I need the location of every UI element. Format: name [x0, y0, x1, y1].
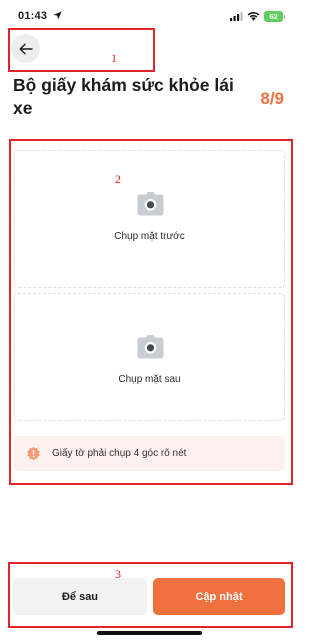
- arrow-left-icon: [19, 43, 33, 54]
- signal-icon: [230, 12, 243, 21]
- alert-icon: [27, 446, 40, 461]
- capture-back-card[interactable]: Chụp mặt sau: [14, 293, 285, 421]
- camera-icon: [137, 192, 164, 216]
- update-button[interactable]: Cập nhật: [153, 578, 285, 615]
- battery-icon: 62: [264, 11, 285, 22]
- home-indicator: [97, 631, 202, 635]
- status-bar: 01:43 62: [0, 0, 299, 26]
- page-title: Bộ giấy khám sức khỏe lái xe: [13, 75, 234, 118]
- step-counter: 8/9: [260, 89, 284, 108]
- back-button[interactable]: [11, 34, 40, 63]
- location-arrow-icon: [53, 11, 62, 20]
- capture-back-label: Chụp mặt sau: [118, 374, 181, 385]
- annotation-number-1: 1: [111, 51, 117, 65]
- wifi-icon: [247, 12, 260, 21]
- notice-text: Giấy tờ phải chụp 4 góc rõ nét: [52, 448, 187, 459]
- capture-front-label: Chụp mặt trước: [114, 231, 185, 242]
- camera-icon: [137, 335, 164, 359]
- later-button[interactable]: Để sau: [13, 578, 147, 615]
- capture-front-card[interactable]: Chụp mặt trước: [14, 150, 285, 288]
- photo-notice: Giấy tờ phải chụp 4 góc rõ nét: [14, 436, 285, 471]
- status-time: 01:43: [18, 10, 48, 22]
- battery-level: 62: [269, 12, 278, 21]
